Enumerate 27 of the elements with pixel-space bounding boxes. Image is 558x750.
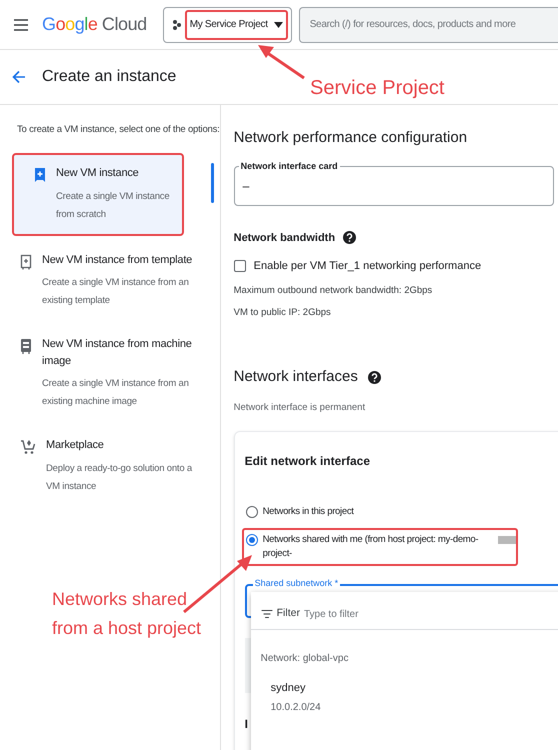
bandwidth-info: VM to public IP: 2Gbps xyxy=(234,306,332,320)
field-value: – xyxy=(242,178,250,194)
option-description: Create a single VM instance from an existing machine image xyxy=(42,377,190,410)
option-description: Deploy a ready-to-go solution onto a VM instance xyxy=(46,462,194,494)
intro-text: To create a VM instance, select one of the options: xyxy=(16,123,220,137)
option-description: Create a single VM instance from scratch xyxy=(56,190,170,222)
radio-label: Networks shared with me (from host project: my-demo-project- xyxy=(262,532,480,561)
option-title: Marketplace xyxy=(46,438,105,454)
annotation-text: Networks shared from a host project xyxy=(52,588,202,640)
note-text: Network interface is permanent xyxy=(234,400,366,414)
network-heading: Network: global-vpc xyxy=(260,652,350,666)
section-title: Network interfaces xyxy=(234,367,358,387)
field-label: I xyxy=(244,716,249,733)
section-title: Network performance configuration xyxy=(234,128,468,148)
bandwidth-label: Network bandwidth xyxy=(234,230,336,246)
option-title: New VM instance xyxy=(56,166,140,182)
annotation-text: Service Project xyxy=(310,76,444,101)
filter-label: Filter xyxy=(276,606,300,622)
bandwidth-info: Maximum outbound network bandwidth: 2Gbps xyxy=(234,284,434,298)
option-title: New VM instance from template xyxy=(42,252,194,268)
checkbox-label: Enable per VM Tier_1 networking performance xyxy=(254,259,482,274)
radio-label: Networks in this project xyxy=(262,504,354,519)
option-description: Create a single VM instance from an existing template xyxy=(42,276,190,308)
project-name: My Service Project xyxy=(190,18,268,32)
option-title: New VM instance from machine image xyxy=(42,337,193,369)
page-title: Create an instance xyxy=(42,67,176,87)
card-title: Edit network interface xyxy=(244,452,371,470)
